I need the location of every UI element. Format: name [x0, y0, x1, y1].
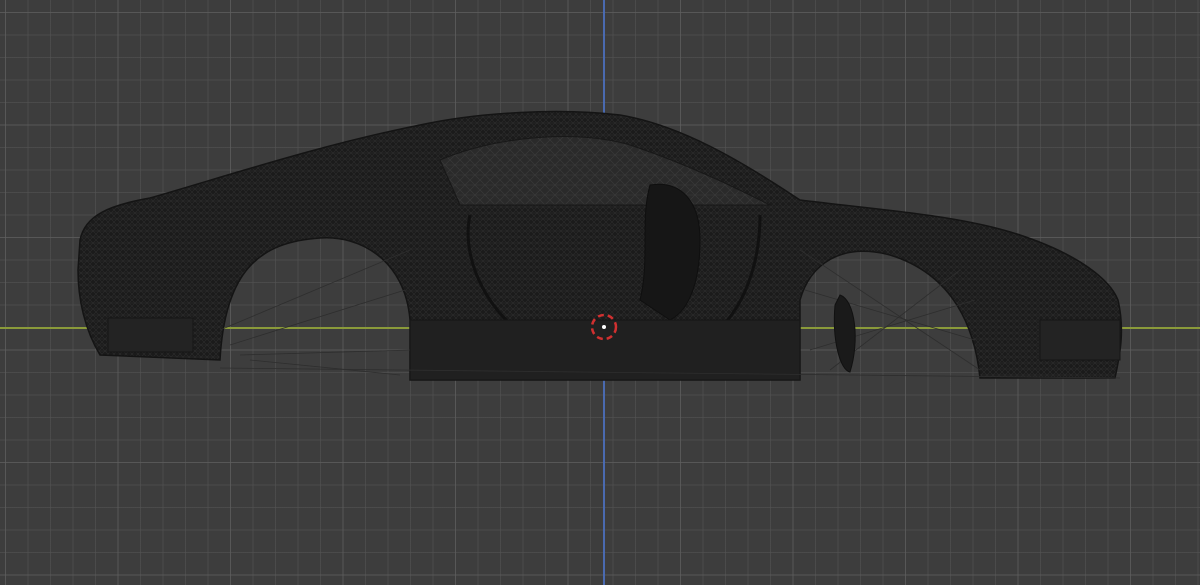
3d-viewport[interactable] [0, 0, 1200, 585]
rear-diffuser [1039, 319, 1121, 361]
3d-cursor-icon[interactable] [589, 312, 619, 342]
brake-caliper [833, 294, 856, 373]
front-grille [107, 317, 194, 353]
car-wireframe-mesh[interactable] [0, 0, 1200, 585]
